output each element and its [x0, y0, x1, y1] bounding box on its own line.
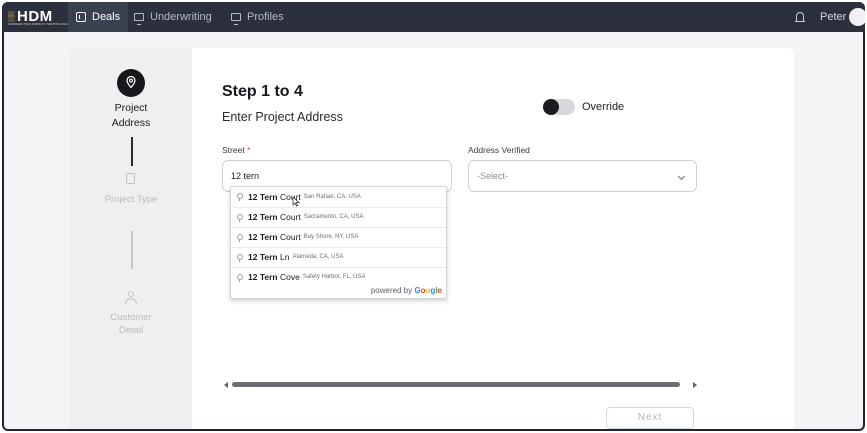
- street-input-value: 12 tern: [231, 171, 260, 181]
- monitor-icon: [231, 13, 241, 25]
- street-label: Street *: [222, 145, 250, 155]
- autocomplete-suggestion[interactable]: 12 Tern Court Bay Shore, NY, USA: [231, 227, 446, 247]
- autocomplete-suggestion[interactable]: 12 Tern Cove Safety Harbor, FL, USA: [231, 267, 446, 287]
- project-address-form: Step 1 to 4 Enter Project Address Overri…: [222, 48, 782, 429]
- suggestion-match: 12 Tern: [248, 191, 278, 202]
- map-pin-icon: [237, 253, 243, 262]
- autocomplete-suggestion[interactable]: 12 Tern Court San Rafael, CA, USA: [231, 187, 446, 207]
- suggestion-rest: Court: [277, 232, 301, 243]
- street-label-text: Street: [222, 145, 245, 155]
- step-label-line: Address: [111, 117, 151, 129]
- step-label-line: Customer: [110, 312, 152, 323]
- logo-subtext: HOMEBUYER DIRECT MORTGAGE: [8, 22, 69, 26]
- suggestion-rest: Court: [277, 212, 301, 223]
- step-project-type-label[interactable]: Project Type: [70, 193, 192, 206]
- powered-by-text: powered by: [370, 286, 413, 295]
- suggestion-match: 12 Tern: [248, 212, 278, 223]
- logo-mark-icon: ▒: [8, 11, 15, 21]
- chevron-down-icon: [677, 172, 686, 181]
- suggestion-match: 12 Tern: [248, 252, 278, 263]
- scroll-left-arrow-icon[interactable]: [224, 382, 228, 388]
- person-icon-body: [125, 298, 137, 304]
- suggestion-main: 12 Tern Court: [248, 232, 301, 242]
- app-window: ▒ HDM HOMEBUYER DIRECT MORTGAGE Deals Un…: [2, 2, 865, 431]
- google-letter: e: [437, 286, 442, 295]
- top-navigation-bar: ▒ HDM HOMEBUYER DIRECT MORTGAGE Deals Un…: [2, 2, 865, 32]
- document-icon: [126, 173, 135, 184]
- monitor-icon: [134, 13, 144, 25]
- step-label-line: Project: [114, 102, 148, 114]
- suggestion-secondary: San Rafael, CA, USA: [303, 193, 361, 200]
- suggestion-rest: Ln: [277, 252, 290, 263]
- select-placeholder: -Select-: [477, 171, 509, 181]
- avatar[interactable]: [849, 8, 865, 26]
- map-pin-icon: [237, 213, 243, 222]
- step-label-line: Project Type: [104, 194, 158, 205]
- suggestion-secondary: Sacramento, CA, USA: [303, 214, 364, 221]
- map-pin-icon: [237, 273, 243, 282]
- nav-tab-underwriting[interactable]: Underwriting: [134, 2, 212, 32]
- autocomplete-suggestion[interactable]: 12 Tern Court Sacramento, CA, USA: [231, 207, 446, 227]
- map-pin-icon: [237, 233, 243, 242]
- mouse-pointer-icon: [292, 197, 300, 207]
- step-connector: [131, 231, 133, 269]
- step-title: Step 1 to 4: [222, 83, 303, 100]
- map-pin-icon: [126, 76, 136, 88]
- nav-tab-label: Deals: [92, 11, 121, 23]
- suggestion-main: 12 Tern Cove: [248, 272, 300, 282]
- address-verified-select[interactable]: -Select-: [468, 160, 697, 192]
- suggestion-secondary: Alameda, CA, USA: [292, 254, 344, 261]
- override-toggle[interactable]: [543, 99, 575, 115]
- address-autocomplete-dropdown: 12 Tern Court San Rafael, CA, USA 12 Ter…: [230, 186, 447, 299]
- step-indicator-active[interactable]: [117, 69, 145, 97]
- suggestion-match: 12 Tern: [248, 232, 278, 243]
- scroll-right-arrow-icon[interactable]: [693, 382, 697, 388]
- nav-tab-label: Profiles: [247, 11, 284, 23]
- wizard-stepper: Project Address Project Type Customer De…: [70, 48, 192, 429]
- step-connector: [131, 137, 133, 166]
- suggestion-main: 12 Tern Court: [248, 212, 301, 222]
- step-project-address-label[interactable]: Project Address: [70, 101, 192, 131]
- nav-tab-deals[interactable]: Deals: [68, 2, 129, 32]
- suggestion-secondary: Bay Shore, NY, USA: [303, 234, 359, 241]
- book-icon: [76, 12, 86, 22]
- suggestion-rest: Cove: [277, 272, 300, 283]
- scrollbar-thumb[interactable]: [232, 382, 680, 387]
- main-content: Project Address Project Type Customer De…: [4, 32, 863, 429]
- suggestion-main: 12 Tern Ln: [248, 252, 289, 262]
- person-icon-head: [128, 291, 134, 297]
- address-verified-label: Address Verified: [468, 145, 530, 155]
- powered-by-google: powered by Google: [371, 286, 442, 295]
- notification-bell-icon[interactable]: [795, 12, 805, 22]
- toggle-knob: [543, 99, 559, 115]
- hdm-logo[interactable]: ▒ HDM HOMEBUYER DIRECT MORTGAGE: [8, 8, 68, 26]
- autocomplete-suggestion[interactable]: 12 Tern Ln Alameda, CA, USA: [231, 247, 446, 267]
- person-icon: [125, 291, 137, 305]
- next-button[interactable]: Next: [606, 407, 694, 429]
- wizard-card: Project Address Project Type Customer De…: [70, 48, 794, 429]
- suggestion-secondary: Safety Harbor, FL, USA: [302, 274, 366, 281]
- override-label: Override: [582, 101, 625, 113]
- suggestion-match: 12 Tern: [248, 272, 278, 283]
- nav-tab-label: Underwriting: [150, 11, 212, 23]
- user-name[interactable]: Peter: [820, 11, 846, 23]
- step-subtitle: Enter Project Address: [222, 110, 343, 124]
- required-mark: *: [247, 145, 251, 155]
- horizontal-scrollbar[interactable]: [222, 381, 697, 389]
- step-customer-detail-label[interactable]: Customer Detail: [70, 311, 192, 337]
- nav-tab-profiles[interactable]: Profiles: [231, 2, 284, 32]
- step-label-line: Detail: [118, 325, 144, 336]
- map-pin-icon: [237, 193, 243, 202]
